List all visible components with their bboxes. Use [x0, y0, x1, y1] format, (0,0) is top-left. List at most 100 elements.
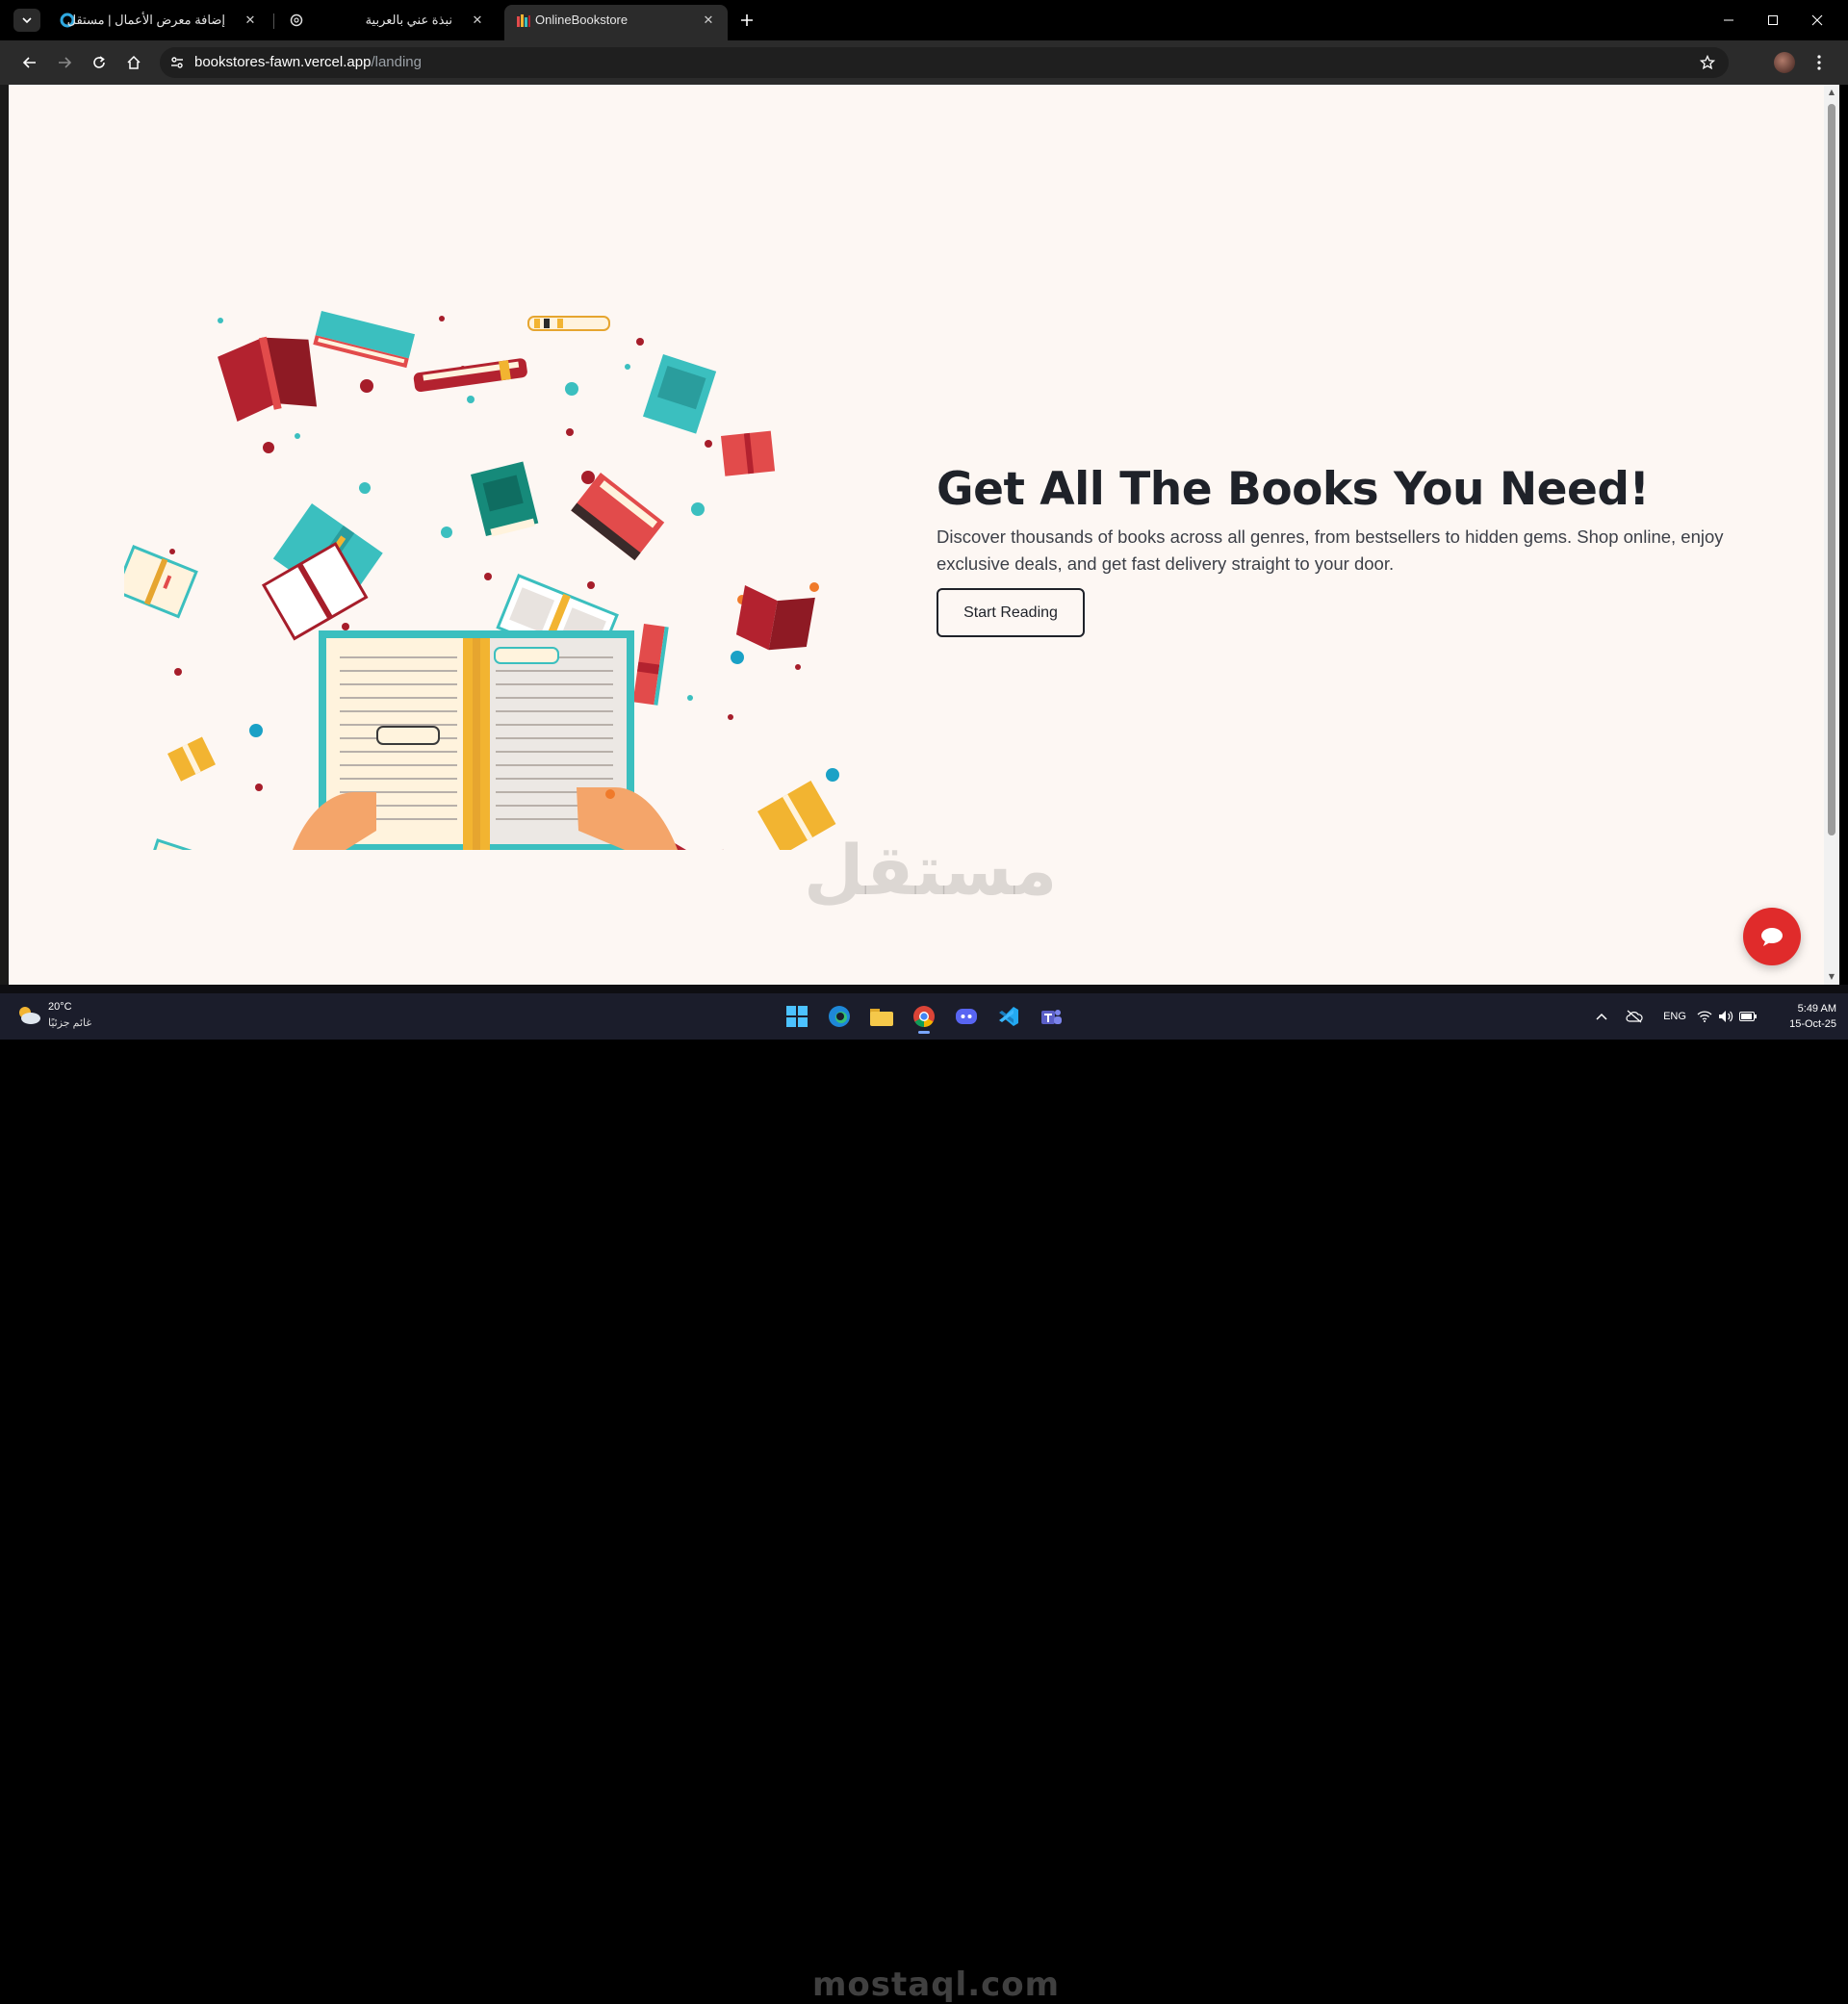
- taskbar-vscode[interactable]: [993, 1001, 1024, 1032]
- windows-logo-icon: [786, 1006, 808, 1027]
- close-icon[interactable]: ✕: [241, 11, 260, 30]
- chevron-up-icon: [1596, 1013, 1607, 1020]
- maximize-button[interactable]: [1754, 8, 1792, 33]
- windows-taskbar: 20°C غائم جزئيًا mostaql.com ENG 5:49 AM…: [0, 993, 1848, 2004]
- close-icon[interactable]: ✕: [699, 11, 718, 30]
- minimize-button[interactable]: [1709, 8, 1748, 33]
- wifi-icon: [1697, 1011, 1712, 1022]
- address-bar[interactable]: bookstores-fawn.vercel.app/landing: [160, 47, 1729, 78]
- taskbar-teams[interactable]: [1036, 1001, 1066, 1032]
- wifi-tray[interactable]: [1696, 1007, 1713, 1026]
- taskbar-file-explorer[interactable]: [866, 1001, 897, 1032]
- tab-about[interactable]: نبذة عني بالعربية ✕: [277, 5, 497, 36]
- arrow-right-icon: [59, 57, 72, 68]
- start-button[interactable]: [782, 1001, 812, 1032]
- minimize-icon: [1724, 19, 1733, 21]
- browser-title-bar: إضافة معرض الأعمال | مستقل ✕ نبذة عني با…: [0, 0, 1848, 40]
- edge-icon: [829, 1006, 850, 1027]
- reload-button[interactable]: [86, 49, 113, 76]
- back-button[interactable]: [16, 49, 43, 76]
- url-text: bookstores-fawn.vercel.app/landing: [194, 54, 422, 70]
- browser-menu-button[interactable]: [1810, 50, 1829, 75]
- folder-icon: [870, 1009, 893, 1026]
- scroll-up-arrow[interactable]: ▲: [1828, 89, 1835, 96]
- clock-time: 5:49 AM: [1797, 1003, 1836, 1015]
- star-icon[interactable]: [1698, 53, 1717, 72]
- weather-widget[interactable]: 20°C غائم جزئيًا: [15, 1000, 141, 1033]
- teams-icon: [1041, 1010, 1062, 1024]
- plus-icon: [741, 14, 753, 26]
- scroll-down-arrow[interactable]: ▼: [1828, 973, 1835, 981]
- book-cream-bottom-left: [141, 838, 226, 850]
- chat-button[interactable]: [1743, 908, 1801, 965]
- chat-bubble-icon: [1761, 928, 1783, 946]
- book-red-right: [735, 585, 815, 651]
- book-red-left: [218, 336, 318, 423]
- hero-description: Discover thousands of books across all g…: [937, 526, 1724, 574]
- vscode-icon: [999, 1007, 1018, 1026]
- taskbar-edge[interactable]: [824, 1001, 855, 1032]
- window-edge: [0, 985, 1848, 993]
- discord-icon: [956, 1009, 977, 1024]
- window-edge: [0, 85, 9, 985]
- book-open-cream-left: [124, 545, 198, 619]
- chrome-icon: [913, 1006, 935, 1027]
- system-clock[interactable]: 5:49 AM 15-Oct-25: [1769, 1001, 1836, 1032]
- tab-onlinebookstore[interactable]: OnlineBookstore ✕: [504, 5, 728, 40]
- weather-temperature: 20°C: [48, 1001, 72, 1013]
- watermark-arabic: مستقل: [804, 830, 1058, 911]
- show-hidden-icons-button[interactable]: [1594, 1007, 1609, 1026]
- scrollbar-thumb[interactable]: [1828, 104, 1835, 835]
- open-book-large: [293, 630, 678, 850]
- book-teal-top: [313, 311, 416, 369]
- partly-cloudy-icon: [19, 1007, 40, 1024]
- tab-search-button[interactable]: [13, 9, 40, 32]
- language-indicator[interactable]: ENG: [1657, 1007, 1692, 1026]
- book-red-middle: [413, 358, 527, 393]
- weather-description: غائم جزئيًا: [48, 1017, 92, 1029]
- tab-title: إضافة معرض الأعمال | مستقل: [66, 13, 225, 27]
- forward-button[interactable]: [51, 49, 78, 76]
- chevron-down-icon: [22, 17, 32, 24]
- arrow-left-icon: [22, 57, 36, 68]
- volume-icon: [1719, 1011, 1733, 1022]
- flying-books-illustration: [124, 311, 839, 850]
- book-darkteal: [471, 461, 539, 537]
- tab-divider: [273, 13, 274, 29]
- tab-mostaql[interactable]: إضافة معرض الأعمال | مستقل ✕: [48, 5, 270, 36]
- book-spine-top: [527, 316, 610, 331]
- book-yellow-left: [167, 736, 216, 782]
- reload-icon: [93, 56, 105, 68]
- onedrive-tray[interactable]: [1625, 1007, 1644, 1026]
- tab-title: نبذة عني بالعربية: [365, 13, 452, 27]
- page-scrollbar[interactable]: ▲ ▼: [1824, 85, 1839, 985]
- tab-title: OnlineBookstore: [535, 13, 629, 27]
- home-button[interactable]: [120, 49, 147, 76]
- url-host: bookstores-fawn.vercel.app: [194, 54, 372, 70]
- close-icon: [1811, 14, 1823, 26]
- book-teal-right: [642, 354, 717, 434]
- maximize-icon: [1768, 15, 1778, 25]
- battery-tray[interactable]: [1738, 1007, 1758, 1026]
- close-window-button[interactable]: [1798, 8, 1836, 33]
- new-tab-button[interactable]: [734, 8, 759, 33]
- profile-avatar[interactable]: [1774, 52, 1795, 73]
- url-path: /landing: [371, 54, 422, 70]
- close-icon[interactable]: ✕: [468, 11, 487, 30]
- openai-favicon-icon: [289, 13, 304, 28]
- start-reading-button[interactable]: Start Reading: [937, 588, 1085, 637]
- book-red-diagonal: [571, 473, 665, 561]
- book-red-small: [721, 430, 776, 476]
- home-icon: [127, 55, 141, 69]
- books-favicon-icon: [516, 13, 531, 28]
- watermark-latin: mostaql.com: [812, 1965, 1061, 2004]
- clock-date: 15-Oct-25: [1789, 1018, 1836, 1030]
- taskbar-chrome[interactable]: [909, 1001, 939, 1034]
- browser-toolbar: bookstores-fawn.vercel.app/landing: [0, 40, 1848, 85]
- cloud-off-icon: [1626, 1010, 1643, 1023]
- hero-title: Get All The Books You Need!: [937, 463, 1650, 517]
- volume-tray[interactable]: [1717, 1007, 1734, 1026]
- taskbar-discord[interactable]: [951, 1001, 982, 1032]
- battery-icon: [1739, 1012, 1757, 1021]
- tune-icon[interactable]: [167, 53, 187, 72]
